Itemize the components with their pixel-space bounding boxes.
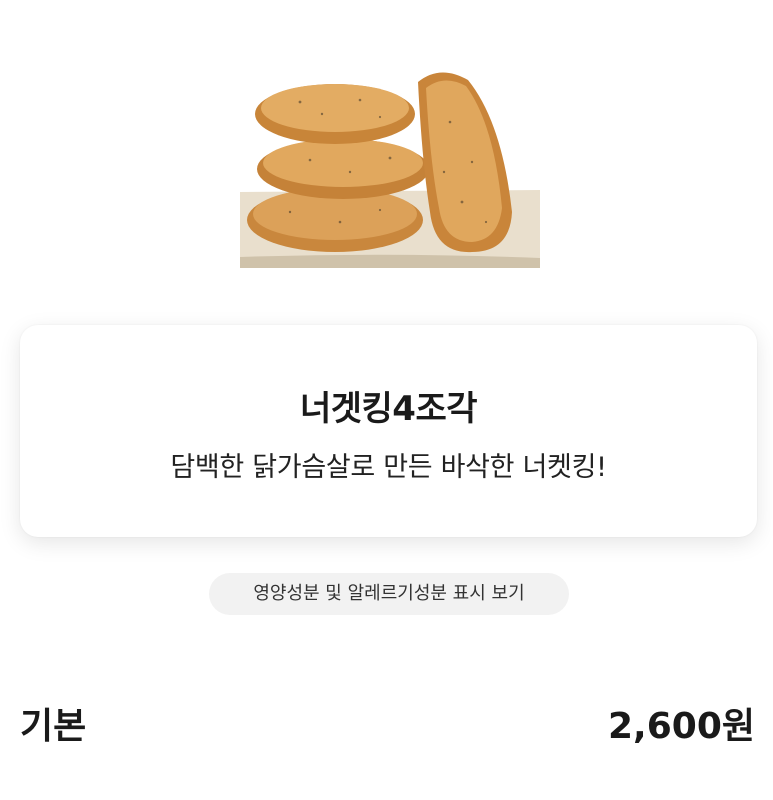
product-image xyxy=(240,72,540,268)
product-detail-page: 너겟킹4조각 담백한 닭가슴살로 만든 바삭한 너켓킹! 영양성분 및 알레르기… xyxy=(0,0,773,800)
nutrition-allergy-button[interactable]: 영양성분 및 알레르기성분 표시 보기 xyxy=(209,573,569,615)
product-description: 담백한 닭가슴살로 만든 바삭한 너켓킹! xyxy=(170,452,607,483)
option-row[interactable]: 기본 2,600원 xyxy=(20,696,755,750)
option-price: 2,600원 xyxy=(608,706,755,747)
product-name: 너겟킹4조각 xyxy=(299,389,478,429)
product-info-card: 너겟킹4조각 담백한 닭가슴살로 만든 바삭한 너켓킹! xyxy=(20,325,757,537)
option-label: 기본 xyxy=(20,706,87,747)
